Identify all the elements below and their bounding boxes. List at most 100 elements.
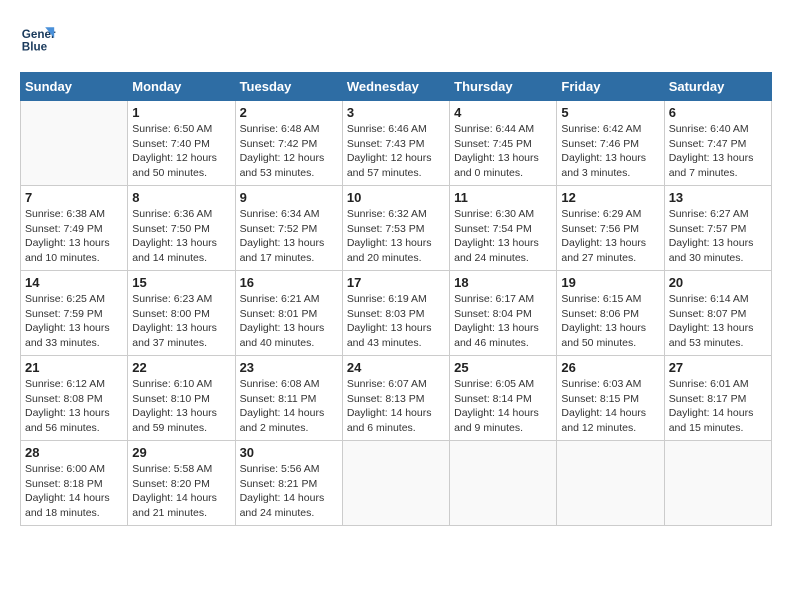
week-row-3: 21Sunrise: 6:12 AM Sunset: 8:08 PM Dayli… — [21, 356, 772, 441]
day-info: Sunrise: 6:21 AM Sunset: 8:01 PM Dayligh… — [240, 292, 338, 351]
day-number: 9 — [240, 190, 338, 205]
day-number: 27 — [669, 360, 767, 375]
logo: General Blue — [20, 20, 60, 56]
day-info: Sunrise: 6:48 AM Sunset: 7:42 PM Dayligh… — [240, 122, 338, 181]
day-number: 24 — [347, 360, 445, 375]
calendar-cell — [557, 441, 664, 526]
calendar-cell: 4Sunrise: 6:44 AM Sunset: 7:45 PM Daylig… — [450, 101, 557, 186]
week-row-4: 28 Sunrise: 6:00 AM Sunset: 8:18 PM Dayli… — [21, 441, 772, 526]
day-info: Sunrise: 6:50 AM Sunset: 7:40 PM Dayligh… — [132, 122, 230, 181]
calendar-table: SundayMondayTuesdayWednesdayThursdayFrid… — [20, 72, 772, 526]
calendar-cell: 17Sunrise: 6:19 AM Sunset: 8:03 PM Dayli… — [342, 271, 449, 356]
calendar-cell: 21Sunrise: 6:12 AM Sunset: 8:08 PM Dayli… — [21, 356, 128, 441]
day-number: 2 — [240, 105, 338, 120]
day-info: Sunrise: 6:30 AM Sunset: 7:54 PM Dayligh… — [454, 207, 552, 266]
day-number: 28 — [25, 445, 123, 460]
day-number: 15 — [132, 275, 230, 290]
calendar-cell: 2 Sunrise: 6:48 AM Sunset: 7:42 PM Daylig… — [235, 101, 342, 186]
day-info: Sunrise: 6:27 AM Sunset: 7:57 PM Dayligh… — [669, 207, 767, 266]
day-number: 14 — [25, 275, 123, 290]
calendar-cell: 15 Sunrise: 6:23 AM Sunset: 8:00 PM Dayli… — [128, 271, 235, 356]
day-number: 20 — [669, 275, 767, 290]
calendar-cell: 24Sunrise: 6:07 AM Sunset: 8:13 PM Dayli… — [342, 356, 449, 441]
day-info: Sunrise: 6:42 AM Sunset: 7:46 PM Dayligh… — [561, 122, 659, 181]
calendar-cell: 28 Sunrise: 6:00 AM Sunset: 8:18 PM Dayli… — [21, 441, 128, 526]
calendar-cell: 3Sunrise: 6:46 AM Sunset: 7:43 PM Daylig… — [342, 101, 449, 186]
day-info: Sunrise: 5:58 AM Sunset: 8:20 PM Dayligh… — [132, 462, 230, 521]
week-row-1: 7 Sunrise: 6:38 AM Sunset: 7:49 PM Daylig… — [21, 186, 772, 271]
calendar-cell: 20 Sunrise: 6:14 AM Sunset: 8:07 PM Dayli… — [664, 271, 771, 356]
calendar-cell: 16 Sunrise: 6:21 AM Sunset: 8:01 PM Dayli… — [235, 271, 342, 356]
calendar-cell: 13 Sunrise: 6:27 AM Sunset: 7:57 PM Dayli… — [664, 186, 771, 271]
weekday-header-friday: Friday — [557, 73, 664, 101]
calendar-cell: 27Sunrise: 6:01 AM Sunset: 8:17 PM Dayli… — [664, 356, 771, 441]
day-info: Sunrise: 6:40 AM Sunset: 7:47 PM Dayligh… — [669, 122, 767, 181]
day-number: 7 — [25, 190, 123, 205]
day-info: Sunrise: 6:12 AM Sunset: 8:08 PM Dayligh… — [25, 377, 123, 436]
day-info: Sunrise: 6:23 AM Sunset: 8:00 PM Dayligh… — [132, 292, 230, 351]
day-number: 22 — [132, 360, 230, 375]
day-info: Sunrise: 6:08 AM Sunset: 8:11 PM Dayligh… — [240, 377, 338, 436]
calendar-cell: 5 Sunrise: 6:42 AM Sunset: 7:46 PM Daylig… — [557, 101, 664, 186]
calendar-cell: 6 Sunrise: 6:40 AM Sunset: 7:47 PM Daylig… — [664, 101, 771, 186]
day-info: Sunrise: 5:56 AM Sunset: 8:21 PM Dayligh… — [240, 462, 338, 521]
calendar-cell — [342, 441, 449, 526]
week-row-0: 1 Sunrise: 6:50 AM Sunset: 7:40 PM Daylig… — [21, 101, 772, 186]
calendar-cell: 7 Sunrise: 6:38 AM Sunset: 7:49 PM Daylig… — [21, 186, 128, 271]
day-number: 10 — [347, 190, 445, 205]
calendar-cell — [21, 101, 128, 186]
day-info: Sunrise: 6:29 AM Sunset: 7:56 PM Dayligh… — [561, 207, 659, 266]
day-info: Sunrise: 6:10 AM Sunset: 8:10 PM Dayligh… — [132, 377, 230, 436]
day-info: Sunrise: 6:14 AM Sunset: 8:07 PM Dayligh… — [669, 292, 767, 351]
day-info: Sunrise: 6:36 AM Sunset: 7:50 PM Dayligh… — [132, 207, 230, 266]
calendar-cell: 26Sunrise: 6:03 AM Sunset: 8:15 PM Dayli… — [557, 356, 664, 441]
day-info: Sunrise: 6:05 AM Sunset: 8:14 PM Dayligh… — [454, 377, 552, 436]
calendar-cell: 18 Sunrise: 6:17 AM Sunset: 8:04 PM Dayli… — [450, 271, 557, 356]
day-number: 1 — [132, 105, 230, 120]
weekday-header-sunday: Sunday — [21, 73, 128, 101]
week-row-2: 14 Sunrise: 6:25 AM Sunset: 7:59 PM Dayli… — [21, 271, 772, 356]
logo-icon: General Blue — [20, 20, 56, 56]
calendar-cell — [664, 441, 771, 526]
calendar-cell: 22 Sunrise: 6:10 AM Sunset: 8:10 PM Dayli… — [128, 356, 235, 441]
day-number: 17 — [347, 275, 445, 290]
day-info: Sunrise: 6:32 AM Sunset: 7:53 PM Dayligh… — [347, 207, 445, 266]
day-number: 26 — [561, 360, 659, 375]
weekday-header-wednesday: Wednesday — [342, 73, 449, 101]
day-info: Sunrise: 6:17 AM Sunset: 8:04 PM Dayligh… — [454, 292, 552, 351]
day-info: Sunrise: 6:15 AM Sunset: 8:06 PM Dayligh… — [561, 292, 659, 351]
weekday-header-monday: Monday — [128, 73, 235, 101]
weekday-header-tuesday: Tuesday — [235, 73, 342, 101]
calendar-cell: 23Sunrise: 6:08 AM Sunset: 8:11 PM Dayli… — [235, 356, 342, 441]
day-number: 3 — [347, 105, 445, 120]
day-number: 29 — [132, 445, 230, 460]
day-info: Sunrise: 6:00 AM Sunset: 8:18 PM Dayligh… — [25, 462, 123, 521]
day-number: 8 — [132, 190, 230, 205]
svg-text:Blue: Blue — [22, 41, 48, 54]
day-number: 18 — [454, 275, 552, 290]
weekday-header-saturday: Saturday — [664, 73, 771, 101]
calendar-cell: 9 Sunrise: 6:34 AM Sunset: 7:52 PM Daylig… — [235, 186, 342, 271]
day-info: Sunrise: 6:38 AM Sunset: 7:49 PM Dayligh… — [25, 207, 123, 266]
calendar-cell: 10 Sunrise: 6:32 AM Sunset: 7:53 PM Dayli… — [342, 186, 449, 271]
day-number: 5 — [561, 105, 659, 120]
calendar-cell: 29 Sunrise: 5:58 AM Sunset: 8:20 PM Dayli… — [128, 441, 235, 526]
day-info: Sunrise: 6:34 AM Sunset: 7:52 PM Dayligh… — [240, 207, 338, 266]
day-number: 6 — [669, 105, 767, 120]
calendar-cell: 11 Sunrise: 6:30 AM Sunset: 7:54 PM Dayli… — [450, 186, 557, 271]
calendar-cell — [450, 441, 557, 526]
day-number: 12 — [561, 190, 659, 205]
page-header: General Blue — [20, 20, 772, 56]
calendar-cell: 25Sunrise: 6:05 AM Sunset: 8:14 PM Dayli… — [450, 356, 557, 441]
calendar-body: 1 Sunrise: 6:50 AM Sunset: 7:40 PM Daylig… — [21, 101, 772, 526]
calendar-header-row: SundayMondayTuesdayWednesdayThursdayFrid… — [21, 73, 772, 101]
day-number: 11 — [454, 190, 552, 205]
calendar-cell: 12 Sunrise: 6:29 AM Sunset: 7:56 PM Dayli… — [557, 186, 664, 271]
day-info: Sunrise: 6:25 AM Sunset: 7:59 PM Dayligh… — [25, 292, 123, 351]
day-number: 13 — [669, 190, 767, 205]
calendar-cell: 8 Sunrise: 6:36 AM Sunset: 7:50 PM Daylig… — [128, 186, 235, 271]
day-info: Sunrise: 6:44 AM Sunset: 7:45 PM Dayligh… — [454, 122, 552, 181]
day-number: 16 — [240, 275, 338, 290]
calendar-cell: 19Sunrise: 6:15 AM Sunset: 8:06 PM Dayli… — [557, 271, 664, 356]
calendar-cell: 14 Sunrise: 6:25 AM Sunset: 7:59 PM Dayli… — [21, 271, 128, 356]
